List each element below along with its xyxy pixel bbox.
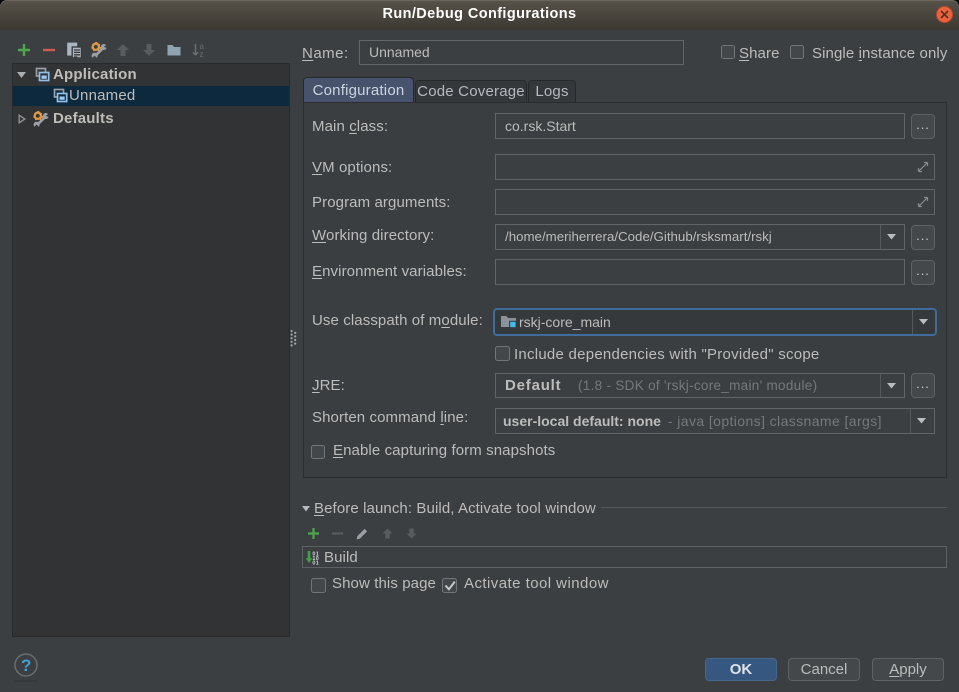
svg-text:01: 01	[312, 560, 319, 565]
svg-text:?: ?	[21, 656, 31, 675]
svg-text:z: z	[200, 50, 204, 58]
